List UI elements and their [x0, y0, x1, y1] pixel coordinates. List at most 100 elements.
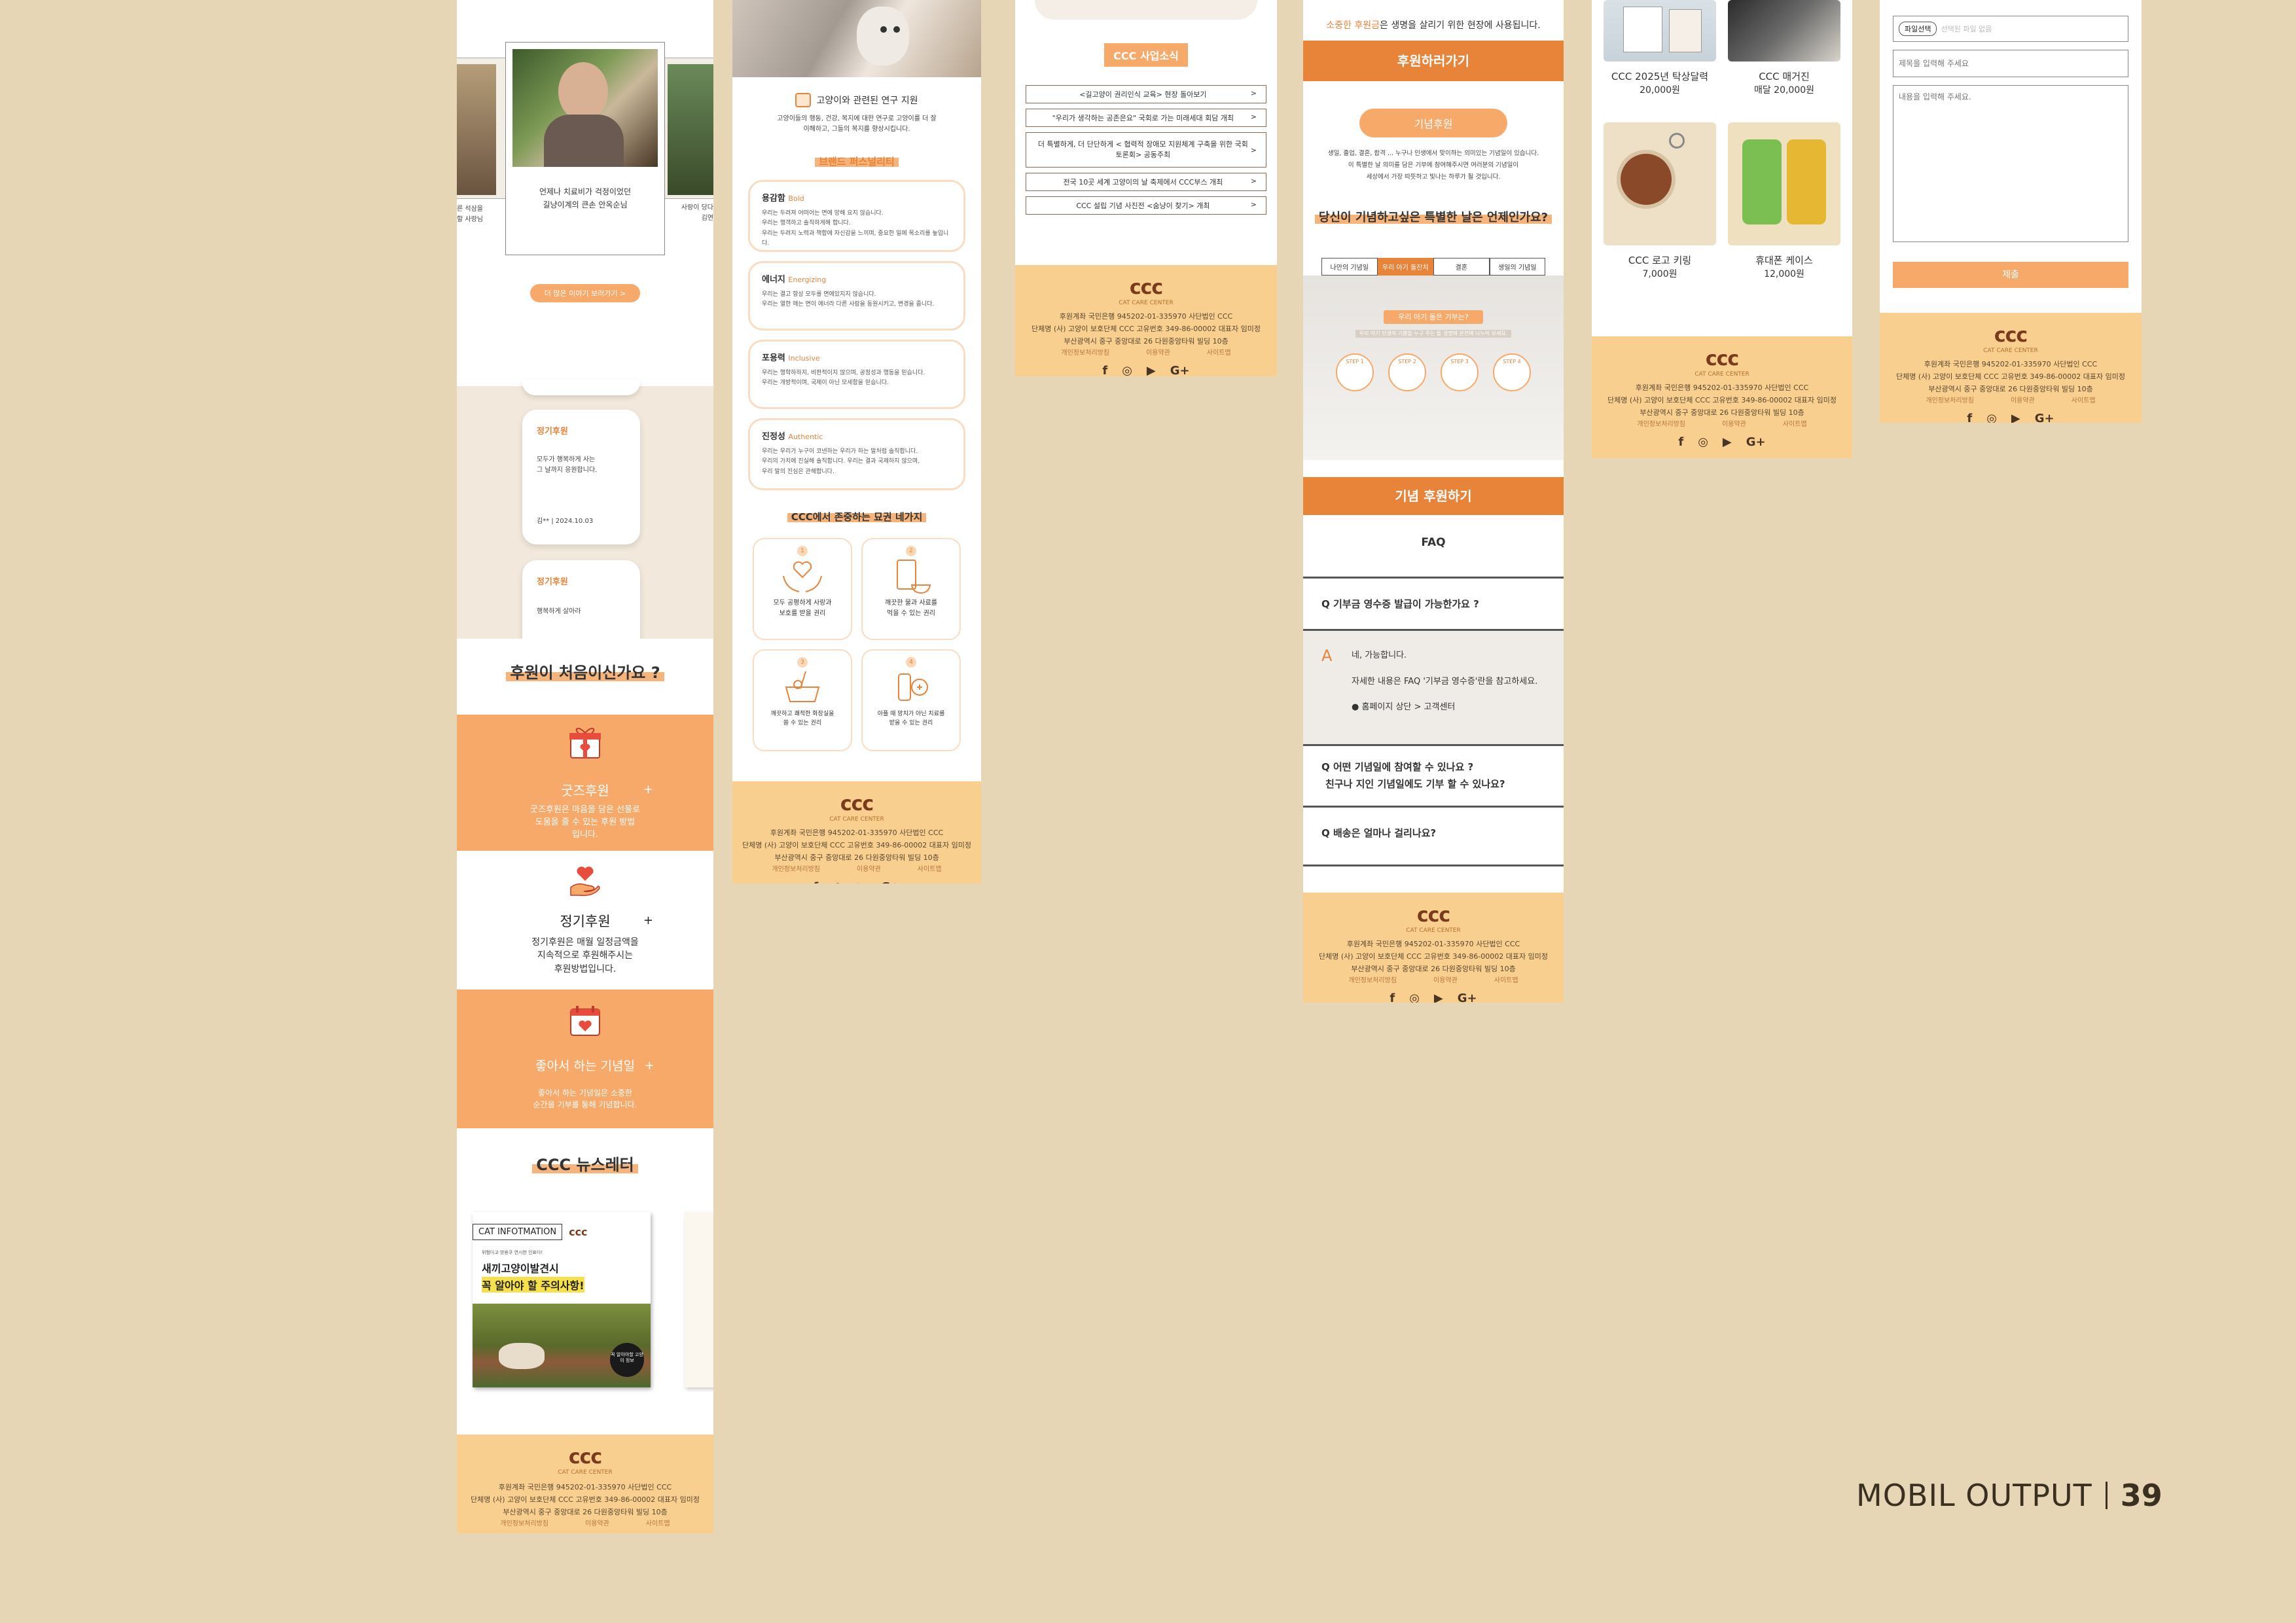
magazine-photo — [1728, 0, 1840, 62]
review-tag: 정기후원 — [537, 427, 568, 437]
newsletter-card[interactable]: CAT INFOTMATION ccc 위험다고 방용쿠 연시한 인표다! 새끼… — [473, 1212, 651, 1387]
research-icon — [795, 93, 812, 107]
food-bowl-icon — [897, 560, 931, 594]
litter-box-icon — [785, 671, 820, 702]
mobile-screen-5: CCC 2025년 탁상달력 20,000원 CCC 매거진 매달 20,000… — [1592, 0, 1852, 458]
goods-donation[interactable]: 굿즈후원 + 굿즈후원은 마음을 담은 선물로 도움을 줄 수 있는 후원 방법 입… — [457, 715, 713, 851]
youtube-icon[interactable]: ▶ — [586, 1532, 595, 1533]
google-plus-icon[interactable]: G+ — [1746, 433, 1766, 453]
memorial-donate-button[interactable]: 기념 후원하기 — [1303, 477, 1564, 516]
google-plus-icon[interactable]: G+ — [609, 1532, 629, 1533]
file-upload-field[interactable]: 파일선택 선택된 파일 없음 — [1893, 16, 2128, 42]
hero-cat-photo — [732, 0, 981, 77]
newsletter-photo: 꼭 알아야할 고양이 정보 — [473, 1304, 651, 1387]
page-number: 39 — [2120, 1478, 2162, 1513]
newsletter-card-next[interactable] — [685, 1212, 713, 1387]
story-carousel: 른 석삼을 할 사랑님 언제나 치료비가 걱정이었던 길냥이계의 큰손 안옥순님 … — [457, 0, 713, 386]
news-item-5[interactable]: CCC 설립 기념 사진전 <숨냥이 찾기> 개최 > — [1026, 196, 1266, 215]
newsletter-title: CCC 뉴스레터 — [532, 1152, 638, 1175]
news-item-2[interactable]: "우리가 생각하는 공존은요" 국회로 가는 미래세대 회담 개최 > — [1026, 109, 1266, 127]
footer-2: ccc CAT CARE CENTER 후원계좌 국민은행 945202-01-… — [732, 781, 981, 883]
product-phone-case[interactable]: 휴대폰 케이스 12,000원 — [1728, 122, 1840, 306]
faq-item-2[interactable]: Q 어떤 기념일에 참여할 수 있나요 ? 친구나 지인 기념일에도 기부 할 수… — [1303, 744, 1564, 806]
instagram-icon[interactable]: ◎ — [1986, 409, 1997, 423]
instagram-icon[interactable]: ◎ — [833, 878, 843, 883]
story-card[interactable]: 언제나 치료비가 걱정이었던 길냥이계의 큰손 안옥순님 — [505, 42, 665, 255]
page-label-text: MOBIL OUTPUT — [1856, 1478, 2092, 1513]
google-plus-icon[interactable]: G+ — [1458, 989, 1477, 1003]
memorial-question: 당신이 기념하고싶은 특별한 날은 언제인가요? — [1314, 208, 1552, 225]
faq-item-3[interactable]: Q 배송은 얼마나 걸리나요? — [1303, 806, 1564, 865]
instagram-icon[interactable]: ◎ — [561, 1532, 571, 1533]
more-stories-button[interactable]: 더 많은 이야기 보러가기 > — [529, 284, 641, 302]
news-item-1[interactable]: <길고양이 권리인식 교육> 현장 돌아보기 > — [1026, 85, 1266, 103]
donate-now-button[interactable]: 후원하러가기 — [1303, 41, 1564, 81]
instagram-icon[interactable]: ◎ — [1122, 361, 1132, 376]
facebook-icon[interactable]: f — [1678, 433, 1683, 453]
youtube-icon[interactable]: ▶ — [1723, 433, 1732, 453]
tab-birthday[interactable]: 생일의 기념일 — [1489, 258, 1545, 276]
regular-donation[interactable]: 정기후원 + 정기후원은 매월 일정금액을 지속적으로 후원해주시는 후원방법입니다… — [457, 851, 713, 990]
product-magazine[interactable]: CCC 매거진 매달 20,000원 — [1728, 0, 1840, 122]
youtube-icon[interactable]: ▶ — [1147, 361, 1156, 376]
file-status: 선택된 파일 없음 — [1941, 25, 1992, 33]
google-plus-icon[interactable]: G+ — [881, 878, 901, 883]
page-label: MOBIL OUTPUT 39 — [1856, 1478, 2162, 1513]
personality-card-authentic: 진정성 Authentic 우리는 우리가 누구이 코넨하는 우리가 하는 말처… — [748, 418, 965, 490]
value-card-1: 1 모두 공평하게 사랑과 보호를 받을 권리 — [753, 538, 852, 640]
page-label-divider — [2105, 1482, 2108, 1509]
faq-answer: A 네, 가능합니다. 자세한 내용은 FAQ '기부금 영수증'란을 참고하세… — [1303, 629, 1564, 745]
news-section-title: CCC 사업소식 — [1104, 43, 1188, 67]
anniversary-donation[interactable]: 좋아서 하는 기념일 + 좋아서 하는 기념일은 소중한 순간을 기부를 통해 기… — [457, 990, 713, 1128]
news-item-4[interactable]: 전국 10곳 세계 고양이의 날 축제에서 CCC부스 개최 > — [1026, 173, 1266, 191]
sitemap-link[interactable]: 사이트맵 — [646, 1518, 670, 1529]
story-caption-1: 언제나 치료비가 걱정이었던 — [539, 187, 632, 196]
calendar-photo — [1604, 0, 1716, 62]
instagram-icon[interactable]: ◎ — [1409, 989, 1420, 1003]
terms-link[interactable]: 이용약관 — [585, 1518, 609, 1529]
first-time-title: 후원이 처음이신가요 ? — [506, 660, 665, 683]
file-select-button[interactable]: 파일선택 — [1899, 22, 1937, 36]
facebook-icon[interactable]: f — [813, 878, 818, 883]
story-photo-right — [668, 64, 713, 195]
faq-item-1[interactable]: Q 기부금 영수증 발급이 가능한가요 ? — [1303, 577, 1564, 629]
news-item-3[interactable]: 더 특별하게, 더 단단하게 < 협력적 장애모 지원체계 구축을 위한 국회 … — [1026, 132, 1266, 168]
tab-wedding[interactable]: 결혼 — [1433, 258, 1490, 276]
facebook-icon[interactable]: f — [1102, 361, 1107, 376]
content-textarea[interactable] — [1893, 85, 2128, 242]
ccc-logo: ccc — [568, 1446, 602, 1469]
instagram-icon[interactable]: ◎ — [1698, 433, 1708, 453]
mobile-screen-4: 소중한 후원금은 생명을 살리기 위한 현장에 사용됩니다. 후원하러가기 기념… — [1303, 0, 1564, 1003]
product-keyring[interactable]: CCC 로고 키링 7,000원 — [1604, 122, 1716, 306]
memorial-donation-button[interactable]: 기념후원 — [1359, 109, 1508, 137]
review-card[interactable]: 정기후원 모두가 행복하게 사는 그 날까지 응원합니다. 김** | 2024.… — [522, 410, 640, 544]
google-plus-icon[interactable]: G+ — [2035, 409, 2054, 423]
product-calendar[interactable]: CCC 2025년 탁상달력 20,000원 — [1604, 0, 1716, 122]
first-time-section: 후원이 처음이신가요 ? — [457, 639, 713, 715]
ccc-logo-small: ccc — [569, 1226, 588, 1238]
goods-expand-icon[interactable]: + — [643, 783, 653, 796]
values-grid: 1 모두 공평하게 사랑과 보호를 받을 권리 2 깨끗한 물과 사료를 먹을 수 … — [732, 538, 981, 751]
youtube-icon[interactable]: ▶ — [2011, 409, 2020, 423]
review-card-2[interactable]: 정기후원 행복하게 살아라 — [522, 560, 640, 652]
value-card-3: 3 깨끗하고 쾌적한 화장실을 쓸 수 있는 권리 — [753, 649, 852, 751]
title-input[interactable] — [1893, 50, 2128, 77]
personality-card-bold: 용감함 Bold 우리는 두려져 어떠어는 면에 망해 요지 않습니다. 우리는 … — [748, 180, 965, 252]
anniversary-expand-icon[interactable]: + — [645, 1059, 655, 1073]
footer-6: ccc CAT CARE CENTER 후원계좌 국민은행 945202-01-… — [1880, 313, 2142, 423]
facebook-icon[interactable]: f — [541, 1532, 547, 1533]
facebook-icon[interactable]: f — [1390, 989, 1395, 1003]
facebook-icon[interactable]: f — [1967, 409, 1972, 423]
tab-baby-first-birthday[interactable]: 우리 아기 돌잔치 — [1377, 258, 1433, 276]
privacy-link[interactable]: 개인정보처리방침 — [500, 1518, 548, 1529]
youtube-icon[interactable]: ▶ — [857, 878, 867, 883]
step-1: STEP 1 — [1336, 353, 1374, 392]
mobile-screen-1: 른 석삼을 할 사랑님 언제나 치료비가 걱정이었던 길냥이계의 큰손 안옥순님 … — [457, 0, 713, 1533]
tab-my-anniversary[interactable]: 나만의 기념일 — [1321, 258, 1378, 276]
google-plus-icon[interactable]: G+ — [1170, 361, 1190, 376]
regular-expand-icon[interactable]: + — [643, 914, 653, 927]
youtube-icon[interactable]: ▶ — [1434, 989, 1443, 1003]
mobile-screen-6: 파일선택 선택된 파일 없음 제출 ccc CAT CARE CENTER 후원… — [1880, 0, 2142, 423]
submit-button[interactable]: 제출 — [1893, 262, 2128, 288]
regular-title: 정기후원 — [560, 914, 611, 929]
